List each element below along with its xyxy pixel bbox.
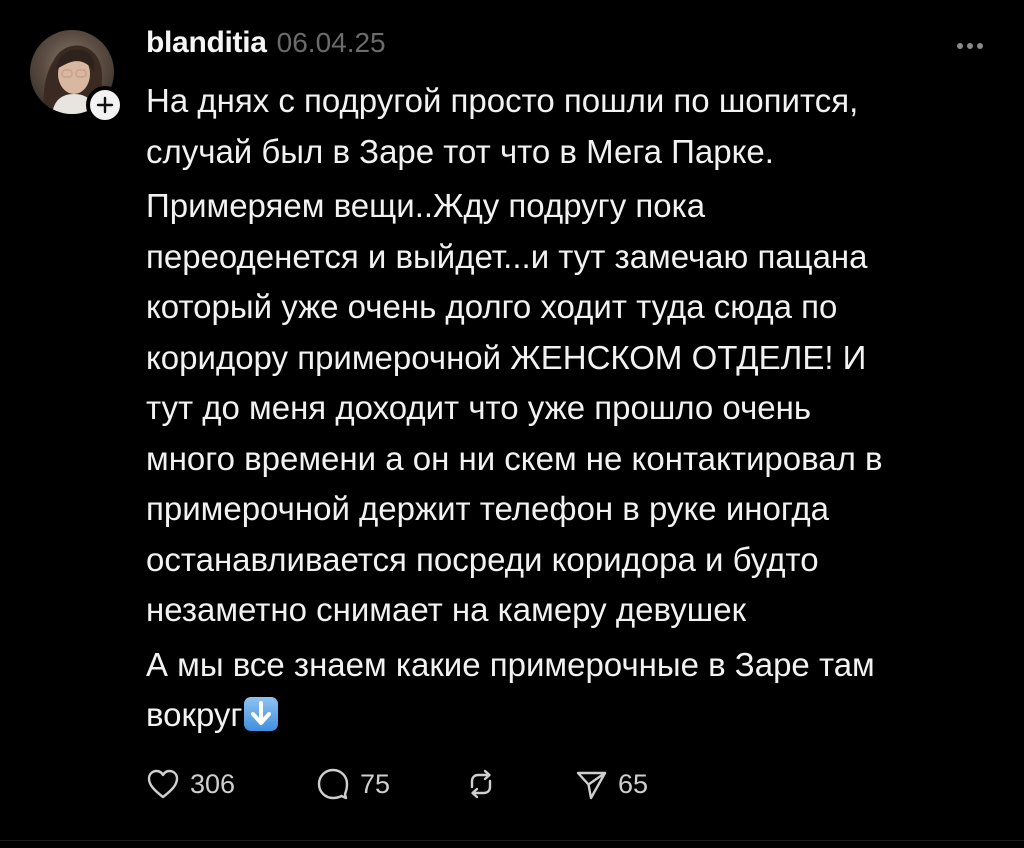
like-button[interactable]: 306 <box>146 768 316 800</box>
post-date: 06.04.25 <box>276 27 386 58</box>
comment-count: 75 <box>360 768 391 799</box>
post-body: На днях с подругой просто пошли по шопит… <box>146 76 1006 741</box>
post-line: который уже очень долго ходит туда сюда … <box>146 288 838 325</box>
share-button[interactable]: 65 <box>574 767 648 801</box>
post-line: тут до меня доходит что уже прошло очень <box>146 389 812 426</box>
post-line: незаметно снимает на камеру девушек <box>146 591 747 628</box>
thread-post: blanditia 06.04.25 На днях с подругой пр… <box>0 0 1024 848</box>
down-arrow-emoji-icon <box>244 697 279 731</box>
more-options-button[interactable] <box>950 34 990 58</box>
post-line: случай был в Заре тот что в Мега Парке. <box>146 132 774 170</box>
share-count: 65 <box>618 768 649 799</box>
post-line-text: вокруг <box>146 696 243 733</box>
avatar-container <box>30 30 124 124</box>
post-line: много времени а он ни скем не контактиро… <box>146 439 883 477</box>
post-line-last: вокруг <box>146 690 1006 741</box>
post-line: На днях с подругой просто пошли по шопит… <box>146 82 859 119</box>
plus-icon <box>96 96 114 114</box>
repost-icon <box>470 769 492 799</box>
like-count: 306 <box>190 768 236 799</box>
post-line: останавливается посреди коридора и будто <box>146 540 819 578</box>
ellipsis-icon <box>957 43 983 49</box>
post-line: примерочной держит телефон в руке иногда <box>146 490 829 527</box>
username[interactable]: blanditia <box>146 26 267 60</box>
post-actions: 306 75 65 <box>146 762 648 806</box>
post-header: blanditia 06.04.25 <box>146 26 386 66</box>
divider <box>0 840 1024 841</box>
send-icon <box>576 771 607 800</box>
post-line: переоденется и выйдет...и тут замечаю па… <box>146 237 868 275</box>
post-line: коридору примерочной ЖЕНСКОМ ОТДЕЛЕ! И <box>146 338 867 376</box>
post-line: А мы все знаем какие примерочные в Заре … <box>146 645 875 683</box>
follow-button[interactable] <box>86 86 124 124</box>
repost-button[interactable] <box>464 767 574 801</box>
heart-icon <box>147 769 179 799</box>
post-line: Примеряем вещи..Жду подругу пока <box>146 187 706 224</box>
comment-icon <box>317 768 349 800</box>
comment-button[interactable]: 75 <box>316 767 464 801</box>
